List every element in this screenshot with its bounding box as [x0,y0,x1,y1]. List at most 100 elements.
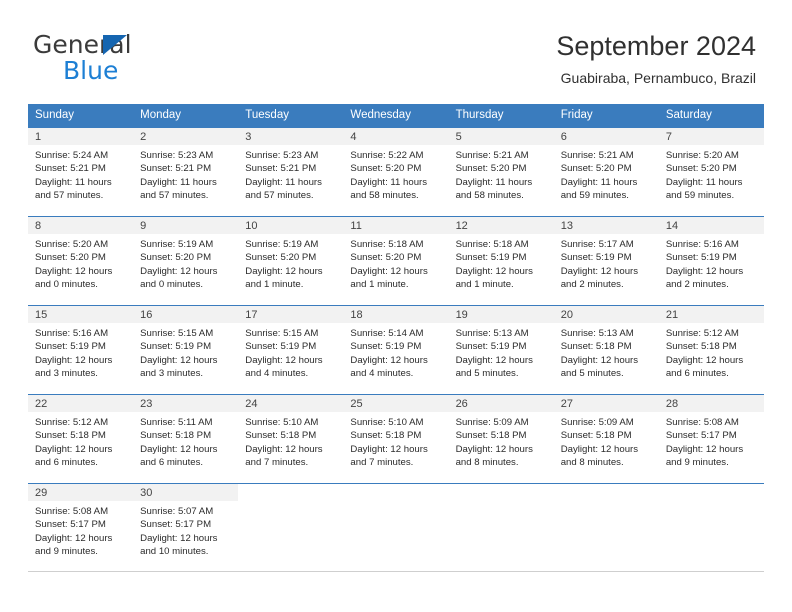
daylight-duration-line2: and 3 minutes. [35,368,98,380]
calendar-day-cell[interactable]: 14 Sunrise: 5:16 AM Sunset: 5:19 PM Dayligh… [658,216,764,305]
calendar-day-cell[interactable]: 11 Sunrise: 5:18 AM Sunset: 5:20 PM Dayligh… [343,216,449,305]
calendar-day-cell[interactable]: 17 Sunrise: 5:15 AM Sunset: 5:19 PM Dayligh… [238,305,344,394]
daylight-duration-line2: and 0 minutes. [35,279,98,291]
day-cell-inner: 4 Sunrise: 5:22 AM Sunset: 5:20 PM Daylight… [343,127,449,216]
sunset-time: Sunset: 5:19 PM [665,252,737,264]
calendar-day-cell[interactable]: 2 Sunrise: 5:23 AM Sunset: 5:21 PM Daylight… [133,127,239,216]
sunset-time: Sunset: 5:21 PM [35,163,106,175]
page-header: General Blue September 2024 Guabiraba, P… [0,0,792,104]
day-number [448,484,554,501]
day-cell-inner [448,483,554,572]
day-cell-inner [658,483,764,572]
daylight-duration-line2: and 5 minutes. [455,368,519,380]
calendar-day-cell[interactable]: 7 Sunrise: 5:20 AM Sunset: 5:20 PM Daylight… [658,127,764,216]
day-details: Sunrise: 5:16 AM Sunset: 5:19 PM Daylight:… [659,234,764,292]
day-cell-inner: 21 Sunrise: 5:12 AM Sunset: 5:18 PM Dayligh… [658,305,764,394]
calendar-day-cell[interactable]: 26 Sunrise: 5:09 AM Sunset: 5:18 PM Dayligh… [448,394,554,483]
daylight-duration-line2: and 1 minute. [455,279,514,291]
calendar-day-cell[interactable]: 12 Sunrise: 5:18 AM Sunset: 5:19 PM Dayligh… [448,216,554,305]
weekday-header-1: Monday [133,104,239,127]
calendar-day-cell[interactable]: 10 Sunrise: 5:19 AM Sunset: 5:20 PM Dayligh… [238,216,344,305]
calendar-header-row: Sunday Monday Tuesday Wednesday Thursday Frid… [28,104,764,127]
day-number [343,484,449,501]
day-number: 22 [28,395,134,412]
calendar-day-cell[interactable]: 8 Sunrise: 5:20 AM Sunset: 5:20 PM Daylight… [28,216,134,305]
sunrise-time: Sunrise: 5:17 AM [560,239,634,250]
day-details: Sunrise: 5:21 AM Sunset: 5:20 PM Daylight:… [554,145,659,203]
sunset-time: Sunset: 5:19 PM [455,252,527,264]
calendar-grid: Sunday Monday Tuesday Wednesday Thursday Frid… [28,104,764,572]
calendar-day-cell[interactable]: 15 Sunrise: 5:16 AM Sunset: 5:19 PM Dayligh… [28,305,134,394]
calendar-day-cell[interactable]: 20 Sunrise: 5:13 AM Sunset: 5:18 PM Dayligh… [553,305,659,394]
calendar-body: 1 Sunrise: 5:24 AM Sunset: 5:21 PM Daylight… [28,127,764,572]
day-details: Sunrise: 5:15 AM Sunset: 5:19 PM Daylight:… [238,323,343,381]
daylight-duration-line1: Daylight: 11 hours [350,176,428,188]
calendar-day-cell[interactable]: 16 Sunrise: 5:15 AM Sunset: 5:19 PM Dayligh… [133,305,239,394]
calendar-day-cell[interactable]: 25 Sunrise: 5:10 AM Sunset: 5:18 PM Dayligh… [343,394,449,483]
sunrise-time: Sunrise: 5:08 AM [35,506,109,517]
daylight-duration-line2: and 4 minutes. [350,368,414,380]
day-cell-inner: 6 Sunrise: 5:21 AM Sunset: 5:20 PM Daylight… [553,127,659,216]
sunset-time: Sunset: 5:19 PM [140,341,212,353]
daylight-duration-line1: Daylight: 12 hours [140,443,218,455]
calendar-day-cell[interactable]: 3 Sunrise: 5:23 AM Sunset: 5:21 PM Daylight… [238,127,344,216]
calendar-day-cell[interactable]: 4 Sunrise: 5:22 AM Sunset: 5:20 PM Daylight… [343,127,449,216]
day-details: Sunrise: 5:16 AM Sunset: 5:19 PM Daylight:… [28,323,133,381]
calendar-day-cell[interactable]: 5 Sunrise: 5:21 AM Sunset: 5:20 PM Daylight… [448,127,554,216]
daylight-duration-line1: Daylight: 11 hours [665,176,743,188]
calendar-empty-cell [448,483,554,572]
sunset-time: Sunset: 5:19 PM [455,341,527,353]
daylight-duration-line1: Daylight: 12 hours [665,265,744,277]
day-details: Sunrise: 5:20 AM Sunset: 5:20 PM Daylight:… [28,234,133,292]
sunset-time: Sunset: 5:18 PM [455,430,527,442]
day-cell-inner: 28 Sunrise: 5:08 AM Sunset: 5:17 PM Dayligh… [658,394,764,483]
calendar-day-cell[interactable]: 30 Sunrise: 5:07 AM Sunset: 5:17 PM Dayligh… [133,483,239,572]
daylight-duration-line2: and 8 minutes. [455,457,519,469]
calendar-empty-cell [343,483,449,572]
weekday-header-6: Saturday [658,104,764,127]
sunset-time: Sunset: 5:20 PM [455,163,527,175]
calendar-day-cell[interactable]: 13 Sunrise: 5:17 AM Sunset: 5:19 PM Dayligh… [553,216,659,305]
sunset-time: Sunset: 5:19 PM [560,252,632,264]
calendar-day-cell[interactable]: 21 Sunrise: 5:12 AM Sunset: 5:18 PM Dayligh… [658,305,764,394]
day-number: 19 [448,306,554,323]
day-details: Sunrise: 5:07 AM Sunset: 5:17 PM Daylight:… [133,501,238,559]
daylight-duration-line2: and 59 minutes. [560,190,629,202]
sunset-time: Sunset: 5:18 PM [560,341,632,353]
calendar-day-cell[interactable]: 1 Sunrise: 5:24 AM Sunset: 5:21 PM Daylight… [28,127,134,216]
general-blue-logo[interactable]: General Blue [33,32,263,88]
day-number: 26 [448,395,554,412]
calendar-day-cell[interactable]: 18 Sunrise: 5:14 AM Sunset: 5:19 PM Dayligh… [343,305,449,394]
sunset-time: Sunset: 5:18 PM [560,430,632,442]
day-cell-inner: 3 Sunrise: 5:23 AM Sunset: 5:21 PM Daylight… [238,127,344,216]
sunset-time: Sunset: 5:18 PM [245,430,317,442]
daylight-duration-line2: and 57 minutes. [140,190,209,202]
day-number: 10 [238,217,344,234]
day-details: Sunrise: 5:23 AM Sunset: 5:21 PM Daylight:… [238,145,343,203]
daylight-duration-line1: Daylight: 12 hours [560,354,639,366]
day-number: 30 [133,484,239,501]
calendar-day-cell[interactable]: 6 Sunrise: 5:21 AM Sunset: 5:20 PM Daylight… [553,127,659,216]
day-cell-inner: 19 Sunrise: 5:13 AM Sunset: 5:19 PM Dayligh… [448,305,554,394]
calendar-day-cell[interactable]: 29 Sunrise: 5:08 AM Sunset: 5:17 PM Dayligh… [28,483,134,572]
calendar-day-cell[interactable]: 27 Sunrise: 5:09 AM Sunset: 5:18 PM Dayligh… [553,394,659,483]
daylight-duration-line2: and 7 minutes. [245,457,309,469]
day-cell-inner: 5 Sunrise: 5:21 AM Sunset: 5:20 PM Daylight… [448,127,554,216]
day-number: 8 [28,217,134,234]
day-details: Sunrise: 5:17 AM Sunset: 5:19 PM Daylight:… [554,234,659,292]
day-number: 24 [238,395,344,412]
sunset-time: Sunset: 5:17 PM [35,519,106,531]
daylight-duration-line2: and 58 minutes. [455,190,524,202]
sunrise-time: Sunrise: 5:21 AM [455,150,529,161]
calendar-day-cell[interactable]: 28 Sunrise: 5:08 AM Sunset: 5:17 PM Dayligh… [658,394,764,483]
day-number [238,484,344,501]
calendar-day-cell[interactable]: 23 Sunrise: 5:11 AM Sunset: 5:18 PM Dayligh… [133,394,239,483]
daylight-duration-line1: Daylight: 12 hours [350,265,428,277]
sunrise-time: Sunrise: 5:11 AM [140,417,213,428]
daylight-duration-line1: Daylight: 12 hours [245,443,323,455]
calendar-day-cell[interactable]: 22 Sunrise: 5:12 AM Sunset: 5:18 PM Dayligh… [28,394,134,483]
day-cell-inner: 9 Sunrise: 5:19 AM Sunset: 5:20 PM Daylight… [133,216,239,305]
calendar-day-cell[interactable]: 24 Sunrise: 5:10 AM Sunset: 5:18 PM Dayligh… [238,394,344,483]
calendar-day-cell[interactable]: 9 Sunrise: 5:19 AM Sunset: 5:20 PM Daylight… [133,216,239,305]
calendar-day-cell[interactable]: 19 Sunrise: 5:13 AM Sunset: 5:19 PM Dayligh… [448,305,554,394]
